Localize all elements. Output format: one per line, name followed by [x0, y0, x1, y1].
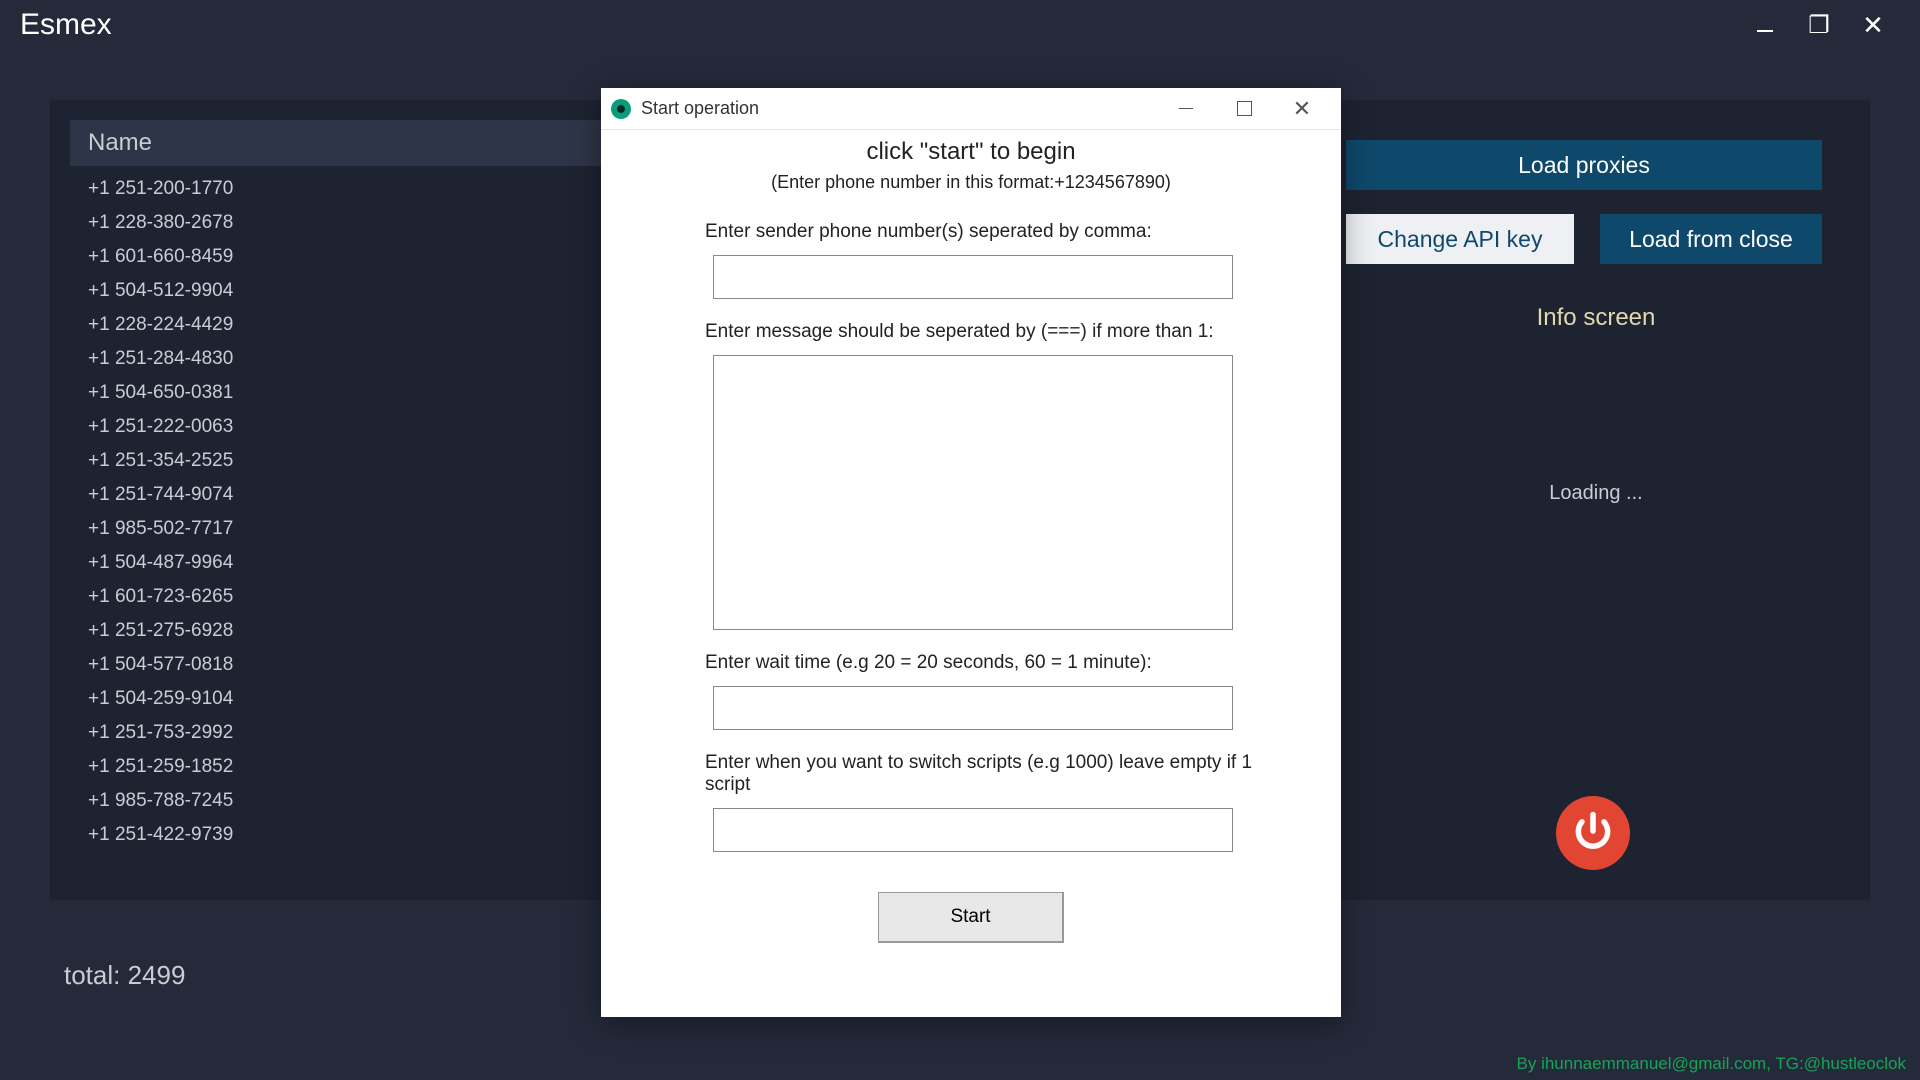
message-textarea[interactable]: [713, 355, 1233, 630]
dialog-subheading: (Enter phone number in this format:+1234…: [641, 172, 1301, 193]
wait-input[interactable]: [713, 686, 1233, 730]
app-title: Esmex: [20, 8, 112, 42]
switch-label: Enter when you want to switch scripts (e…: [705, 752, 1301, 796]
dialog-maximize-icon[interactable]: [1215, 89, 1273, 129]
start-button[interactable]: Start: [878, 892, 1064, 943]
power-button[interactable]: [1556, 796, 1630, 870]
dialog-app-icon: [611, 99, 631, 119]
change-api-button[interactable]: Change API key: [1346, 214, 1574, 264]
wait-label: Enter wait time (e.g 20 = 20 seconds, 60…: [705, 652, 1301, 674]
loading-text: Loading ...: [1346, 482, 1846, 505]
dialog-titlebar: Start operation ✕: [601, 88, 1341, 130]
power-icon: [1571, 809, 1615, 858]
footer-credit: By ihunnaemmanuel@gmail.com, TG:@hustleo…: [1517, 1054, 1906, 1074]
load-from-close-button[interactable]: Load from close: [1600, 214, 1822, 264]
total-label: total: 2499: [64, 960, 185, 991]
sender-label: Enter sender phone number(s) seperated b…: [705, 221, 1301, 243]
dialog-minimize-icon[interactable]: [1157, 89, 1215, 129]
dialog-title: Start operation: [641, 98, 759, 119]
close-icon[interactable]: ✕: [1846, 5, 1900, 45]
minimize-icon[interactable]: [1738, 5, 1792, 45]
sender-input[interactable]: [713, 255, 1233, 299]
dialog-close-icon[interactable]: ✕: [1273, 89, 1331, 129]
load-proxies-button[interactable]: Load proxies: [1346, 140, 1822, 190]
dialog-body: click "start" to begin (Enter phone numb…: [601, 130, 1341, 1017]
main-titlebar: Esmex ❐ ✕: [0, 0, 1920, 50]
info-screen-title: Info screen: [1346, 304, 1846, 332]
switch-input[interactable]: [713, 808, 1233, 852]
dialog-heading: click "start" to begin: [641, 138, 1301, 166]
right-column: Load proxies Change API key Load from cl…: [1346, 140, 1846, 505]
maximize-icon[interactable]: ❐: [1792, 5, 1846, 45]
start-operation-dialog: Start operation ✕ click "start" to begin…: [601, 88, 1341, 1017]
message-label: Enter message should be seperated by (==…: [705, 321, 1301, 343]
